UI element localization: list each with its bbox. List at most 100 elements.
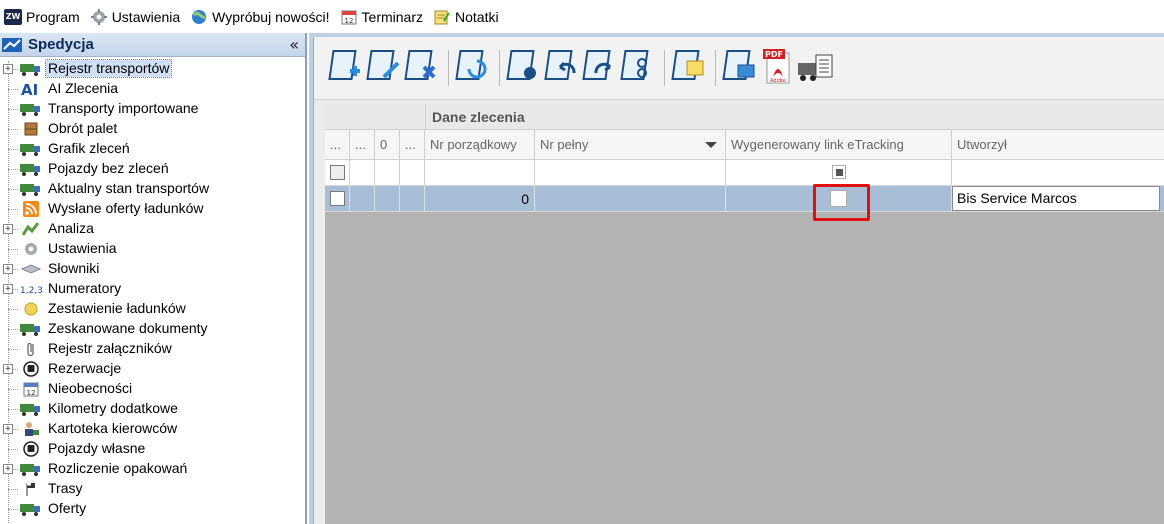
tree-connector: [8, 349, 18, 350]
cell-nr-porzadkowy[interactable]: 0: [425, 186, 535, 211]
tree-connector: [8, 209, 18, 210]
info-document-icon: [620, 47, 656, 90]
filter-cell-etracking[interactable]: [726, 160, 952, 185]
refresh-document-button[interactable]: [455, 47, 491, 89]
sidebar-item[interactable]: Aktualny stan transportów: [0, 179, 305, 199]
delete-document-button[interactable]: [404, 47, 440, 89]
column-header-4[interactable]: ...: [400, 130, 425, 159]
sidebar-item[interactable]: Trasy: [0, 479, 305, 499]
expand-icon[interactable]: +: [3, 284, 13, 294]
filter-cell[interactable]: [350, 160, 375, 185]
sidebar-item[interactable]: AI AI Zlecenia: [0, 79, 305, 99]
edit-document-button[interactable]: [366, 47, 402, 89]
filter-cell[interactable]: [535, 160, 726, 185]
column-header-nr-porzadkowy[interactable]: Nr porządkowy: [425, 130, 535, 159]
column-header-nr-pelny[interactable]: Nr pełny: [535, 130, 726, 159]
undo-document-button[interactable]: [544, 47, 580, 89]
folder-document-button[interactable]: [671, 47, 707, 89]
sidebar-item[interactable]: Rejestr załączników: [0, 339, 305, 359]
sidebar-item[interactable]: Transporty importowane: [0, 99, 305, 119]
column-header-2[interactable]: ...: [350, 130, 375, 159]
sidebar-item-label: Trasy: [48, 480, 83, 496]
tree-connector: [8, 89, 18, 90]
menu-wyprobuj[interactable]: Wypróbuj nowości!: [186, 0, 335, 33]
toolbar-separator: [499, 50, 500, 86]
sidebar-item[interactable]: Kilometry dodatkowe: [0, 399, 305, 419]
filter-cell[interactable]: [425, 160, 535, 185]
add-document-button[interactable]: [328, 47, 364, 89]
pdf-button[interactable]: PDF Adobe: [760, 47, 796, 89]
refresh-document-icon: [455, 47, 491, 90]
menu-program[interactable]: ZW Program: [0, 0, 86, 33]
expand-icon[interactable]: +: [3, 464, 13, 474]
sidebar-item[interactable]: + Słowniki: [0, 259, 305, 279]
edit-document-icon: [366, 47, 402, 90]
row-select-cell[interactable]: [325, 186, 350, 211]
expand-icon[interactable]: +: [3, 364, 13, 374]
sidebar-item-label: Obrót palet: [48, 120, 118, 136]
sidebar-item[interactable]: Wysłane oferty ładunków: [0, 199, 305, 219]
sidebar-item[interactable]: Pojazdy bez zleceń: [0, 159, 305, 179]
sidebar-item-label: Zestawienie ładunków: [48, 300, 186, 316]
cell-nr-pelny[interactable]: [535, 186, 726, 211]
filter-checkbox[interactable]: [330, 165, 345, 180]
adobe-label: Adobe: [770, 78, 786, 84]
export-document-button[interactable]: [722, 47, 758, 89]
toolbar-separator: [664, 50, 665, 86]
sidebar-item[interactable]: Obrót palet: [0, 119, 305, 139]
view-document-button[interactable]: [506, 47, 542, 89]
sidebar-item[interactable]: + Rejestr transportów: [0, 59, 305, 79]
ai-icon: AI: [20, 81, 42, 97]
sidebar-item[interactable]: 12 Nieobecności: [0, 379, 305, 399]
export-document-icon: [722, 47, 758, 90]
sidebar-item[interactable]: Zestawienie ładunków: [0, 299, 305, 319]
truck-icon: [20, 181, 42, 197]
truck-icon: [20, 61, 42, 77]
menu-terminarz[interactable]: 12 Terminarz: [336, 0, 429, 33]
view-document-icon: [506, 47, 542, 90]
column-header-3[interactable]: 0: [375, 130, 400, 159]
filter-cell[interactable]: [325, 160, 350, 185]
sidebar-item[interactable]: Zeskanowane dokumenty: [0, 319, 305, 339]
column-header-1[interactable]: ...: [325, 130, 350, 159]
sidebar-item-label: Rejestr załączników: [48, 340, 172, 356]
sidebar-item[interactable]: Oferty: [0, 499, 305, 519]
row-cell: [400, 186, 425, 211]
expand-icon[interactable]: +: [3, 64, 13, 74]
expand-icon[interactable]: +: [3, 264, 13, 274]
column-header-utworzyl[interactable]: Utworzył: [952, 130, 1164, 159]
sidebar-item-label: Nieobecności: [48, 380, 133, 396]
sidebar-item[interactable]: + Kartoteka kierowców: [0, 419, 305, 439]
grid-header-row: ... ... 0 ... Nr porządkowy Nr pełny Wyg…: [325, 130, 1164, 160]
row-cell: [350, 186, 375, 211]
collapse-icon[interactable]: «: [289, 35, 299, 54]
cell-utworzyl[interactable]: Bis Service Marcos: [952, 186, 1160, 211]
menu-notatki[interactable]: Notatki: [429, 0, 505, 33]
row-checkbox[interactable]: [330, 191, 345, 206]
gear-icon: [90, 8, 108, 26]
menubar: ZW Program Ustawienia Wypróbuj nowości! …: [0, 0, 1164, 33]
table-row[interactable]: 0 Bis Service Marcos: [325, 186, 1164, 212]
sidebar-item-label: Grafik zleceń: [48, 140, 130, 156]
sidebar-item[interactable]: Ustawienia: [0, 239, 305, 259]
sidebar-item[interactable]: Pojazdy własne: [0, 439, 305, 459]
sidebar-item[interactable]: + Analiza: [0, 219, 305, 239]
filter-etracking-checkbox[interactable]: [832, 165, 846, 179]
expand-icon[interactable]: +: [3, 424, 13, 434]
sidebar-item[interactable]: + Rezerwacje: [0, 359, 305, 379]
sidebar-item[interactable]: +1,2,3 Numeratory: [0, 279, 305, 299]
filter-cell[interactable]: [375, 160, 400, 185]
menu-ustawienia[interactable]: Ustawienia: [86, 0, 186, 33]
tree-connector: [8, 509, 18, 510]
info-document-button[interactable]: [620, 47, 656, 89]
sidebar-item[interactable]: Grafik zleceń: [0, 139, 305, 159]
redo-document-button[interactable]: [582, 47, 618, 89]
expand-icon[interactable]: +: [3, 224, 13, 234]
print-truck-button[interactable]: [798, 47, 834, 89]
calendar-icon: 12: [20, 381, 42, 397]
filter-cell[interactable]: [952, 160, 1164, 185]
column-header-etracking[interactable]: Wygenerowany link eTracking: [726, 130, 952, 159]
sort-dropdown-icon[interactable]: [705, 142, 717, 148]
filter-cell[interactable]: [400, 160, 425, 185]
sidebar-item[interactable]: + Rozliczenie opakowań: [0, 459, 305, 479]
